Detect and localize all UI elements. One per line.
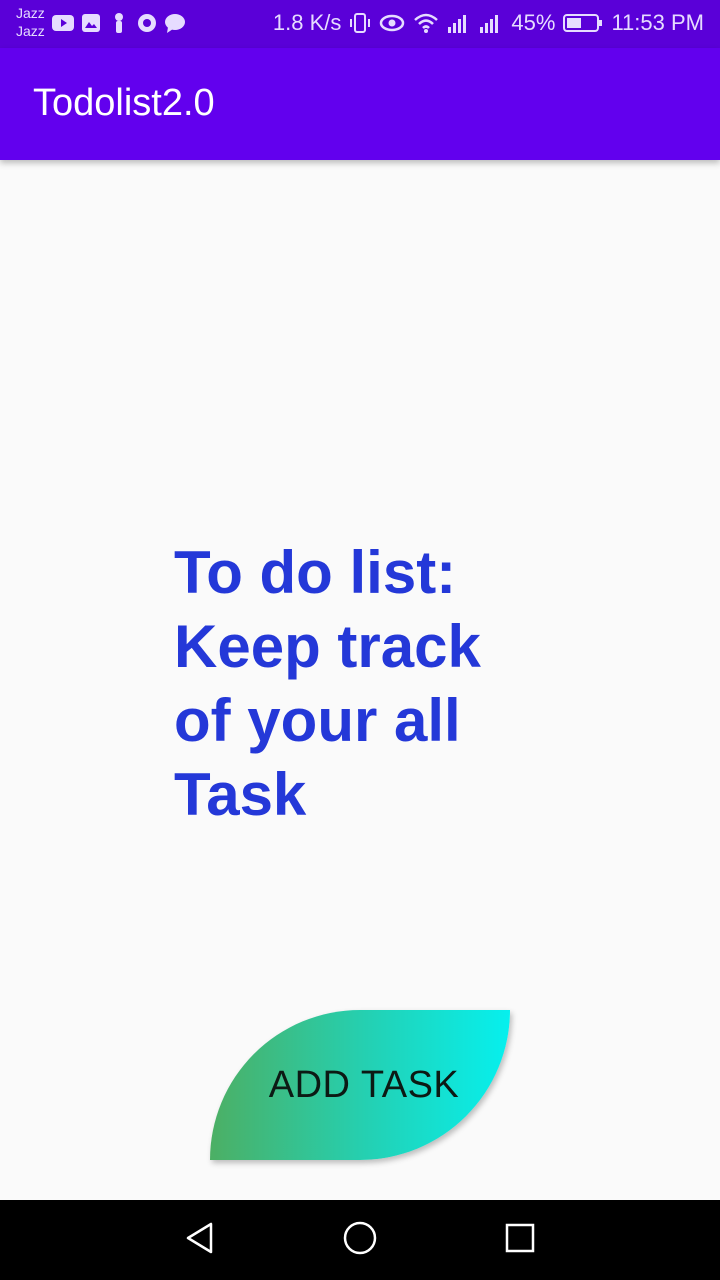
back-button[interactable] xyxy=(180,1220,220,1260)
home-button[interactable] xyxy=(340,1220,380,1260)
wifi-icon xyxy=(413,12,439,34)
status-bar: Jazz Jazz 1.8 K/s 45% 11:53 PM xyxy=(0,0,720,48)
headline-line: To do list: xyxy=(174,539,457,606)
figure-icon xyxy=(108,12,130,34)
add-task-label: ADD TASK xyxy=(268,1063,460,1106)
notification-icons xyxy=(52,12,186,34)
clock: 11:53 PM xyxy=(611,10,704,35)
headline-line: Keep track xyxy=(174,613,481,680)
headline-line: Task xyxy=(174,761,307,828)
battery-percent: 45% xyxy=(511,10,556,35)
back-icon xyxy=(185,1221,215,1260)
network-speed: 1.8 K/s xyxy=(272,10,342,35)
headline: To do list: Keep track of your all Task xyxy=(174,536,534,832)
home-icon xyxy=(342,1220,378,1261)
eye-icon xyxy=(379,14,405,32)
signal-icon xyxy=(447,12,471,34)
chat-icon xyxy=(164,12,186,34)
carrier-line-2: Jazz xyxy=(16,23,45,39)
battery-icon xyxy=(563,13,603,33)
youtube-icon xyxy=(52,12,74,34)
navigation-bar xyxy=(0,1200,720,1280)
settings-icon xyxy=(136,12,158,34)
app-bar: Todolist2.0 xyxy=(0,48,720,160)
carrier-line-1: Jazz xyxy=(16,5,45,21)
app-screen: Jazz Jazz 1.8 K/s 45% 11:53 PM Todolist2… xyxy=(0,0,720,1280)
recents-icon xyxy=(504,1222,536,1259)
app-title: Todolist2.0 xyxy=(33,82,215,124)
signal-icon xyxy=(479,12,503,34)
add-task-button[interactable]: ADD TASK xyxy=(210,1010,510,1160)
photo-icon xyxy=(80,12,102,34)
headline-line: of your all xyxy=(174,687,461,754)
vibrate-icon xyxy=(349,12,371,34)
carrier-label: Jazz Jazz xyxy=(16,4,45,40)
recents-button[interactable] xyxy=(500,1220,540,1260)
status-indicators: 1.8 K/s 45% 11:53 PM xyxy=(273,10,704,36)
